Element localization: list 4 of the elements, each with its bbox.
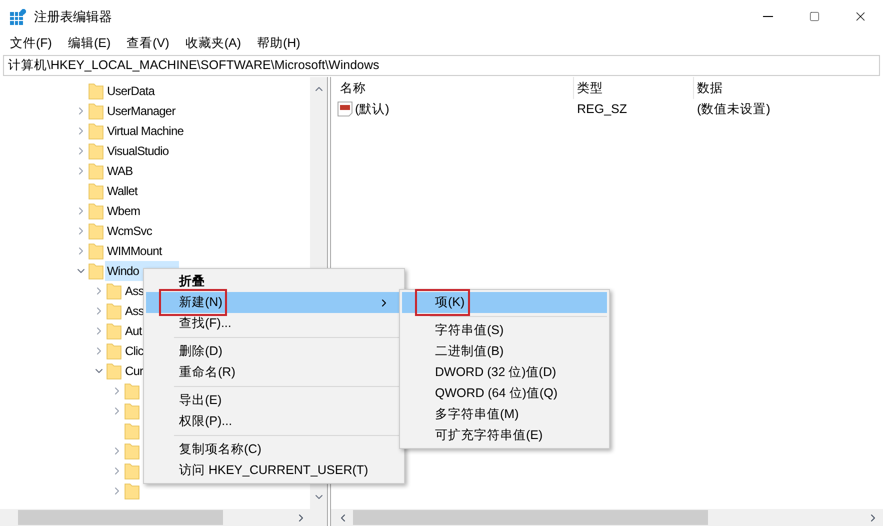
table-cell-text: (默认) xyxy=(355,100,390,118)
window-title: 注册表编辑器 xyxy=(34,8,112,26)
table-cell-text: REG_SZ xyxy=(576,100,628,118)
table-cell-text: (数值未设置) xyxy=(696,100,770,118)
